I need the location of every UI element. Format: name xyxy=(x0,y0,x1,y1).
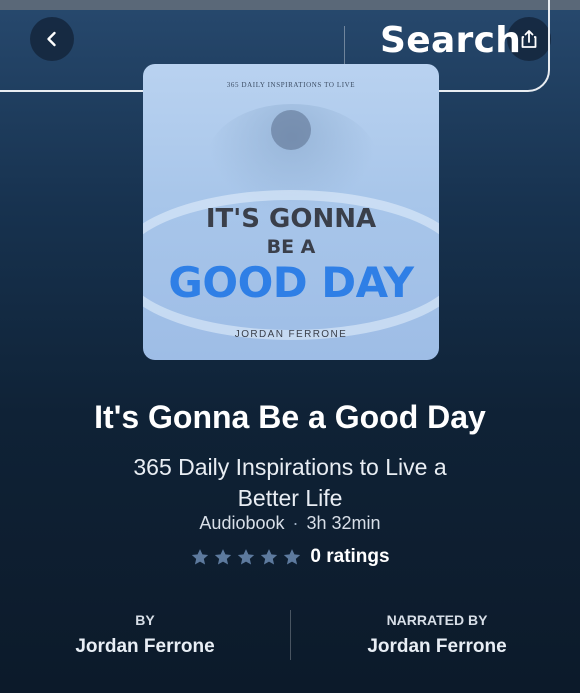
search-label[interactable]: Search xyxy=(380,20,521,61)
book-subtitle: 365 Daily Inspirations to Live a Better … xyxy=(133,454,447,511)
star-rating xyxy=(190,547,302,567)
cover-author: JORDAN FERRONE xyxy=(234,329,348,340)
cover-tagline: 365 DAILY INSPIRATIONS TO LIVE xyxy=(226,81,356,89)
credits-divider xyxy=(290,610,291,660)
meta-separator: · xyxy=(292,513,299,533)
cover-title-line1: IT'S GONNA xyxy=(205,204,377,234)
author-label: BY xyxy=(135,612,155,628)
book-title: It's Gonna Be a Good Day xyxy=(94,399,486,435)
star-icon xyxy=(215,549,232,565)
star-icon xyxy=(238,549,255,565)
rating-row[interactable]: 0 ratings xyxy=(0,546,580,568)
format-label: Audiobook xyxy=(199,513,285,533)
author-link[interactable]: Jordan Ferrone xyxy=(40,636,250,658)
narrator-label: NARRATED BY xyxy=(386,612,488,628)
narrator-link[interactable]: Jordan Ferrone xyxy=(332,636,542,658)
ratings-count: 0 ratings xyxy=(310,546,390,567)
star-icon xyxy=(261,549,278,565)
cover-title-line2: BE A xyxy=(266,236,316,258)
book-cover[interactable]: 365 DAILY INSPIRATIONS TO LIVE IT'S GONN… xyxy=(143,64,439,360)
cover-title-line3: GOOD DAY xyxy=(168,258,414,307)
book-meta: Audiobook · 3h 32min xyxy=(0,513,580,534)
search-divider xyxy=(344,26,345,68)
duration-label: 3h 32min xyxy=(306,513,381,533)
star-icon xyxy=(192,549,209,565)
star-icon xyxy=(284,549,301,565)
cover-head xyxy=(271,110,311,150)
